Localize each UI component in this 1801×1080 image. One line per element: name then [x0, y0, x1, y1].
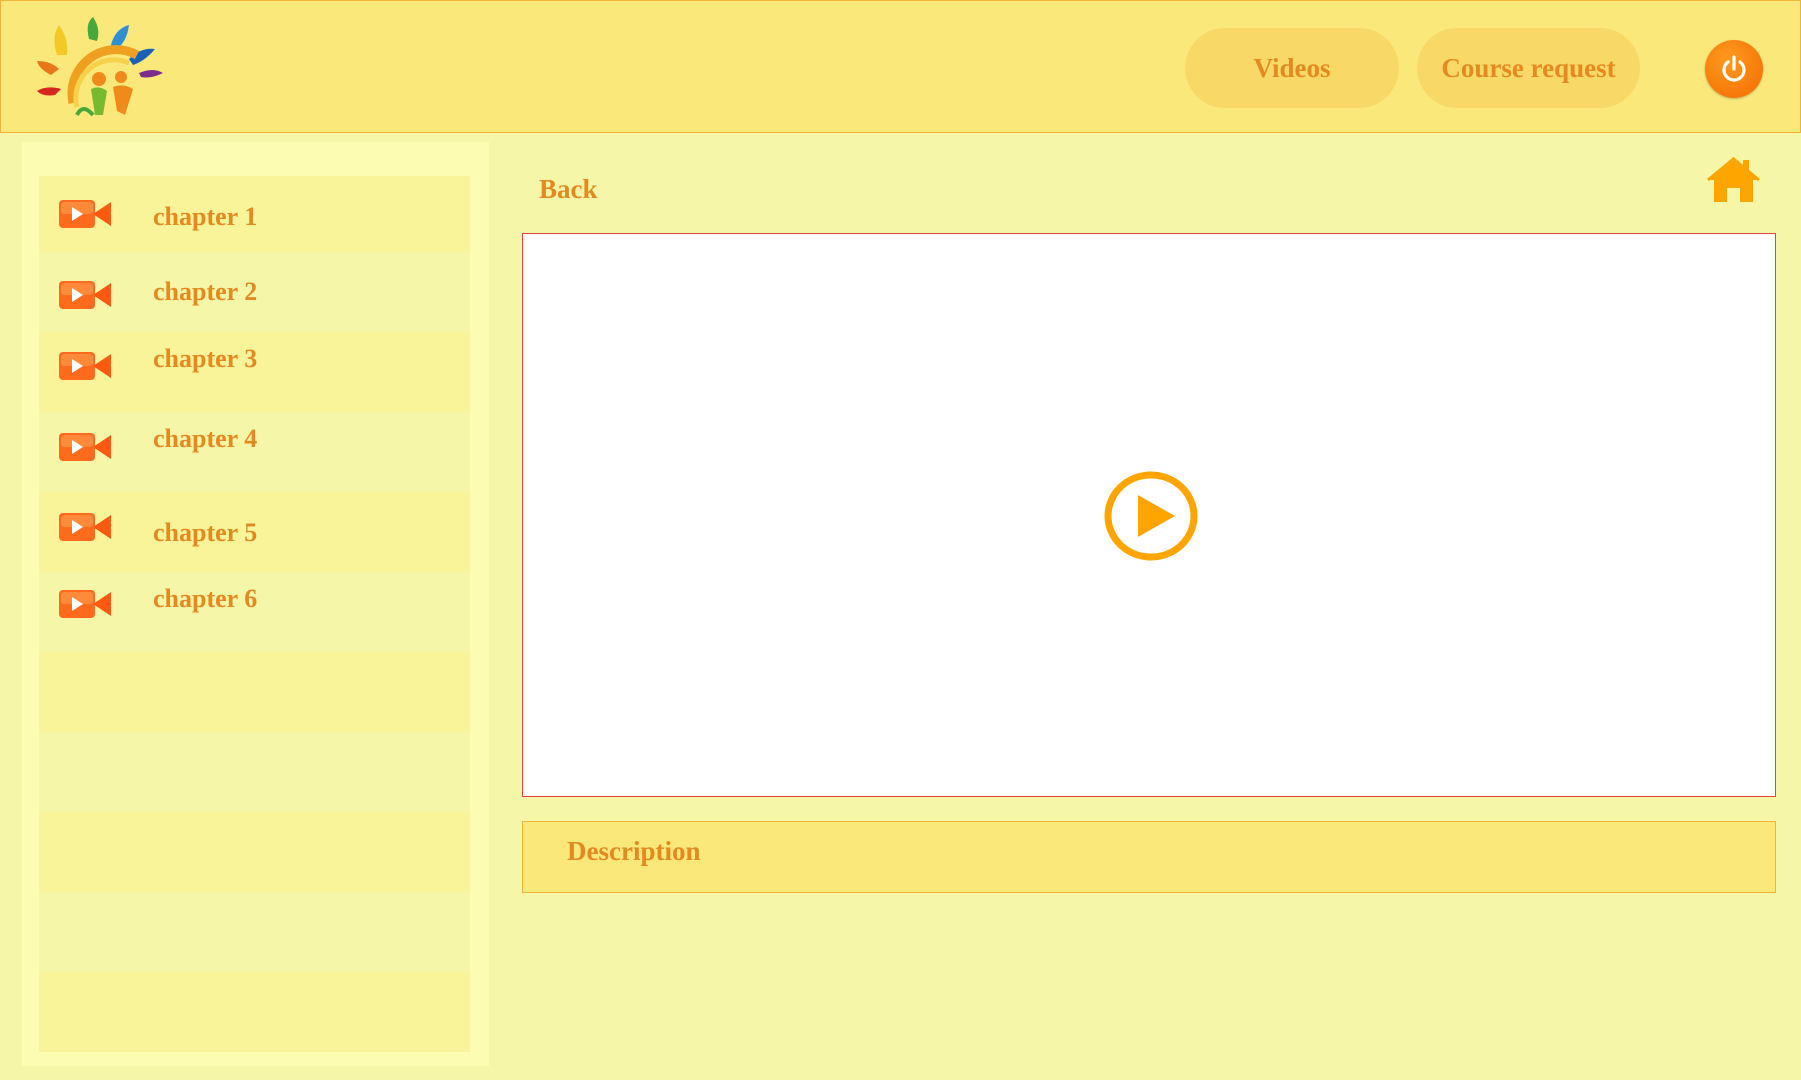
chapter-label: chapter 1 [153, 202, 258, 231]
chapter-item[interactable]: chapter 5 [39, 492, 470, 572]
empty-list-row [39, 732, 470, 812]
chapter-item[interactable]: chapter 1 [39, 176, 470, 252]
video-player[interactable] [522, 233, 1776, 797]
back-link[interactable]: Back [539, 174, 598, 205]
chapter-item[interactable]: chapter 2 [39, 252, 470, 332]
chapter-item[interactable]: chapter 4 [39, 412, 470, 492]
empty-list-row [39, 652, 470, 732]
description-bar[interactable]: Description [522, 821, 1776, 893]
video-camera-icon [59, 352, 111, 380]
nav-videos-button[interactable]: Videos [1185, 28, 1399, 108]
top-header: Videos Course request [0, 0, 1801, 133]
nav-videos-label: Videos [1253, 52, 1331, 83]
nav-course-request-label: Course request [1441, 52, 1616, 83]
chapter-item[interactable]: chapter 6 [39, 572, 470, 652]
chapter-label: chapter 5 [153, 518, 258, 547]
video-camera-icon [59, 433, 111, 461]
video-camera-icon [59, 200, 111, 228]
video-camera-icon [59, 281, 111, 309]
nav-course-request-button[interactable]: Course request [1417, 28, 1640, 108]
chapter-list: chapter 1 chapter 2 chapter 3 chapter 4 chap… [39, 176, 470, 1052]
description-label: Description [567, 836, 701, 866]
chapter-label: chapter 3 [153, 344, 258, 373]
empty-list-row [39, 972, 470, 1052]
chapter-label: chapter 4 [153, 424, 258, 453]
empty-list-row [39, 812, 470, 892]
power-button[interactable] [1705, 40, 1763, 98]
empty-list-row [39, 892, 470, 972]
home-icon[interactable] [1705, 155, 1762, 205]
sun-family-logo [37, 17, 163, 117]
video-camera-icon [59, 513, 111, 541]
chapter-item[interactable]: chapter 3 [39, 332, 470, 412]
power-icon [1722, 55, 1746, 82]
chapter-sidebar: chapter 1 chapter 2 chapter 3 chapter 4 chap… [22, 142, 489, 1066]
chapter-label: chapter 2 [153, 277, 258, 306]
chapter-label: chapter 6 [153, 584, 258, 613]
video-camera-icon [59, 590, 111, 618]
play-icon[interactable] [1103, 470, 1199, 562]
